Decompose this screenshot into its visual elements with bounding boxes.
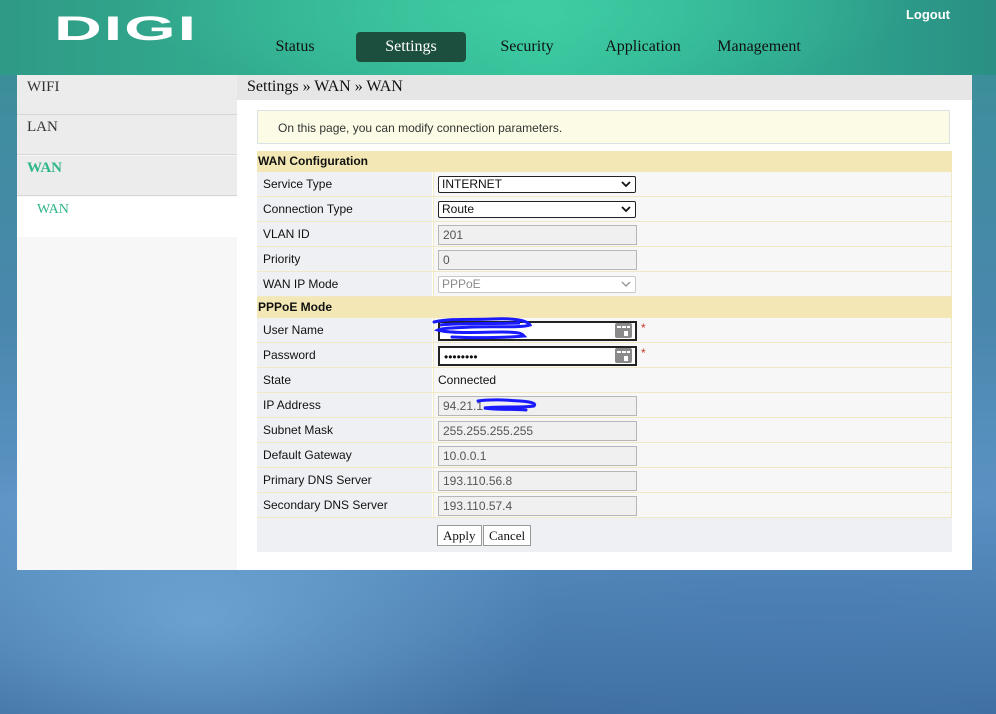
- section-wan-configuration: WAN Configuration: [257, 151, 952, 172]
- row-user-name: User Name *: [257, 317, 952, 343]
- password-cell: •••••••• *: [433, 343, 952, 367]
- service-type-cell: INTERNET: [433, 172, 952, 196]
- row-vlan-id: VLAN ID 201: [257, 222, 952, 247]
- service-type-label: Service Type: [257, 172, 432, 196]
- row-ip-address: IP Address 94.21.1: [257, 393, 952, 418]
- default-gateway-cell: 10.0.0.1: [433, 443, 952, 467]
- button-row: Apply Cancel: [257, 518, 952, 552]
- password-label: Password: [257, 343, 432, 367]
- row-subnet-mask: Subnet Mask 255.255.255.255: [257, 418, 952, 443]
- state-label: State: [257, 368, 432, 392]
- section-pppoe-mode: PPPoE Mode: [257, 297, 952, 318]
- user-name-input[interactable]: [438, 321, 637, 341]
- user-name-label: User Name: [257, 318, 432, 342]
- chevron-down-icon: [621, 181, 631, 188]
- sidebar: WIFI LAN WAN WAN: [17, 75, 237, 570]
- row-state: State Connected: [257, 368, 952, 393]
- connection-type-label: Connection Type: [257, 197, 432, 221]
- primary-dns-field: 193.110.56.8: [438, 471, 637, 491]
- ip-address-label: IP Address: [257, 393, 432, 417]
- top-header: DIGI Logout Status Settings Security App…: [0, 0, 996, 75]
- ip-address-cell: 94.21.1: [433, 393, 952, 417]
- default-gateway-field: 10.0.0.1: [438, 446, 637, 466]
- primary-dns-label: Primary DNS Server: [257, 468, 432, 492]
- secondary-dns-field: 193.110.57.4: [438, 496, 637, 516]
- wan-ip-mode-cell: PPPoE: [433, 272, 952, 296]
- connection-type-select[interactable]: Route: [438, 201, 636, 218]
- key-icon-graphic: [617, 326, 630, 336]
- chevron-down-icon: [621, 281, 631, 288]
- secondary-dns-label: Secondary DNS Server: [257, 493, 432, 517]
- row-password: Password •••••••• *: [257, 343, 952, 368]
- service-type-value: INTERNET: [442, 177, 502, 191]
- default-gateway-label: Default Gateway: [257, 443, 432, 467]
- sidebar-item-wifi[interactable]: WIFI: [17, 75, 237, 115]
- info-box: On this page, you can modify connection …: [257, 110, 950, 144]
- info-text: On this page, you can modify connection …: [278, 121, 563, 135]
- subnet-mask-field: 255.255.255.255: [438, 421, 637, 441]
- nav-settings[interactable]: Settings: [356, 32, 466, 62]
- ip-address-field: 94.21.1: [438, 396, 637, 416]
- row-service-type: Service Type INTERNET: [257, 172, 952, 197]
- service-type-select[interactable]: INTERNET: [438, 176, 636, 193]
- vlan-id-label: VLAN ID: [257, 222, 432, 246]
- cancel-button[interactable]: Cancel: [483, 525, 532, 546]
- row-primary-dns: Primary DNS Server 193.110.56.8: [257, 468, 952, 493]
- key-icon[interactable]: [615, 323, 632, 338]
- row-secondary-dns: Secondary DNS Server 193.110.57.4: [257, 493, 952, 518]
- nav-application[interactable]: Application: [598, 32, 688, 62]
- nav-status[interactable]: Status: [258, 32, 332, 62]
- logout-link[interactable]: Logout: [906, 7, 950, 22]
- wan-ip-mode-value: PPPoE: [442, 277, 481, 291]
- digi-logo: DIGI: [54, 12, 198, 44]
- sidebar-subitem-wan[interactable]: WAN: [17, 197, 237, 237]
- secondary-dns-cell: 193.110.57.4: [433, 493, 952, 517]
- priority-cell: 0: [433, 247, 952, 271]
- row-priority: Priority 0: [257, 247, 952, 272]
- nav-security[interactable]: Security: [488, 32, 566, 62]
- key-icon[interactable]: [615, 348, 632, 363]
- password-input[interactable]: ••••••••: [438, 346, 637, 366]
- nav-management[interactable]: Management: [712, 32, 806, 62]
- row-wan-ip-mode: WAN IP Mode PPPoE: [257, 272, 952, 297]
- row-connection-type: Connection Type Route: [257, 197, 952, 222]
- required-marker: *: [641, 346, 646, 360]
- user-name-cell: *: [432, 317, 952, 342]
- breadcrumb: Settings » WAN » WAN: [247, 78, 403, 95]
- sidebar-item-lan[interactable]: LAN: [17, 115, 237, 155]
- primary-dns-cell: 193.110.56.8: [433, 468, 952, 492]
- connection-type-value: Route: [442, 202, 475, 216]
- state-value: Connected: [438, 373, 497, 387]
- state-cell: Connected: [433, 368, 952, 392]
- wan-form: WAN Configuration Service Type INTERNET …: [257, 151, 952, 552]
- sidebar-item-wan[interactable]: WAN: [17, 156, 237, 196]
- key-icon-graphic: [617, 351, 630, 361]
- svg-text:DIGI: DIGI: [54, 12, 198, 44]
- row-default-gateway: Default Gateway 10.0.0.1: [257, 443, 952, 468]
- connection-type-cell: Route: [433, 197, 952, 221]
- required-marker: *: [641, 321, 646, 335]
- vlan-id-cell: 201: [433, 222, 952, 246]
- apply-button[interactable]: Apply: [437, 525, 482, 546]
- content-panel: WIFI LAN WAN WAN Settings » WAN » WAN On…: [17, 75, 972, 570]
- priority-field: 0: [438, 250, 637, 270]
- wan-ip-mode-label: WAN IP Mode: [257, 272, 432, 296]
- subnet-mask-label: Subnet Mask: [257, 418, 432, 442]
- vlan-id-field: 201: [438, 225, 637, 245]
- breadcrumb-bar: Settings » WAN » WAN: [237, 75, 972, 100]
- subnet-mask-cell: 255.255.255.255: [433, 418, 952, 442]
- priority-label: Priority: [257, 247, 432, 271]
- wan-ip-mode-select: PPPoE: [438, 276, 636, 293]
- chevron-down-icon: [621, 206, 631, 213]
